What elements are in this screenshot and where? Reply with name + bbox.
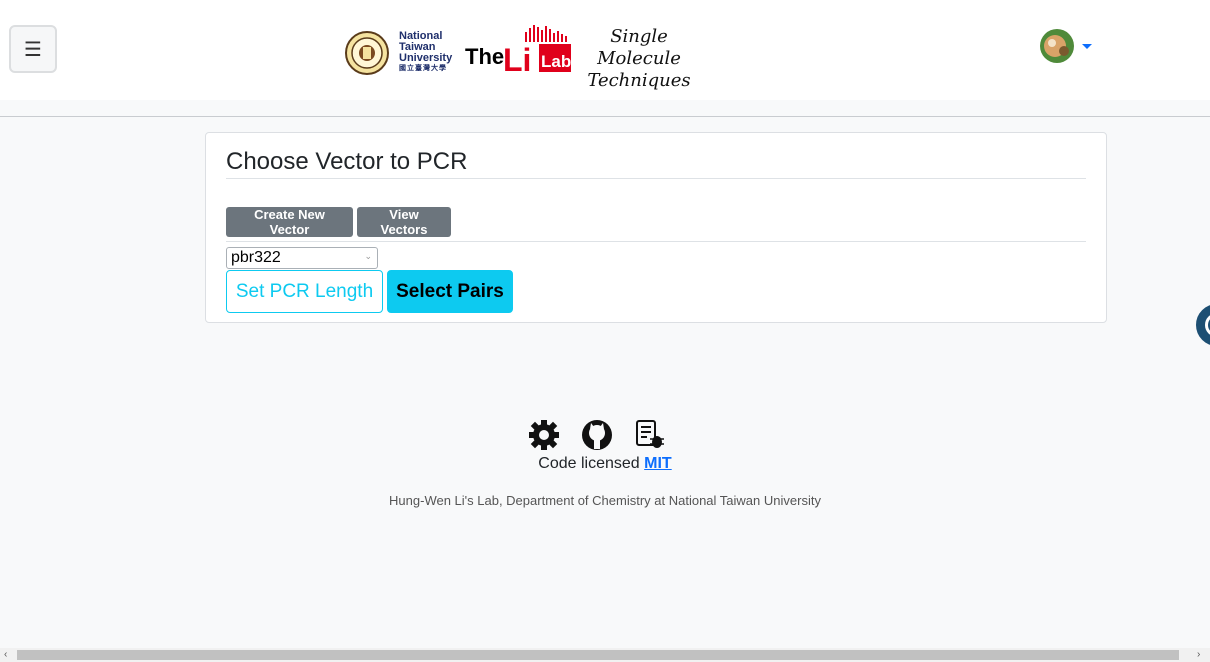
page-title: Choose Vector to PCR (226, 148, 468, 175)
vector-select-value: pbr322 (231, 249, 281, 266)
brand-the: The (465, 44, 505, 69)
set-pcr-length-button[interactable]: Set PCR Length (226, 270, 383, 313)
footer-icons (527, 419, 667, 451)
mit-license-link[interactable]: MIT (644, 455, 672, 472)
menu-toggle-button[interactable]: ☰ (9, 25, 57, 73)
title-divider (226, 178, 1086, 179)
create-new-vector-button[interactable]: Create New Vector (226, 207, 353, 237)
chevron-down-icon: ⌄ (364, 251, 372, 261)
github-icon[interactable] (579, 419, 615, 451)
avatar-image (1040, 29, 1074, 63)
button-divider (226, 241, 1086, 242)
view-vectors-button[interactable]: View Vectors (357, 207, 451, 237)
license-text: Code licensed (538, 455, 640, 472)
select-pairs-button[interactable]: Select Pairs (387, 270, 513, 313)
ntu-chinese-name: 國立臺灣大學 (399, 65, 447, 72)
caret-down-icon[interactable] (1082, 43, 1092, 49)
vector-select[interactable]: pbr322 ⌄ (226, 247, 378, 269)
tagline-line-1: Single Molecule (597, 26, 681, 69)
header-divider (0, 116, 1210, 117)
vector-card: Choose Vector to PCR Create New Vector V… (205, 132, 1107, 323)
ntu-wordmark: National Taiwan University 國立臺灣大學 (399, 31, 452, 73)
li-text: Li (503, 42, 531, 74)
brand-tagline: Single Molecule Techniques (574, 26, 704, 92)
lab-credit: Hung-Wen Li's Lab, Department of Chemist… (389, 493, 821, 508)
ntu-seal-icon (345, 31, 389, 75)
top-navbar: ☰ National Taiwan University 國立臺灣大學 The (0, 0, 1210, 100)
horizontal-scrollbar[interactable]: ‹ › (0, 648, 1210, 662)
bug-report-icon[interactable] (634, 419, 666, 451)
side-floating-button[interactable] (1196, 304, 1210, 346)
user-avatar[interactable] (1040, 29, 1074, 63)
lab-text: Lab (541, 52, 571, 71)
license-line: Code licensed MIT (0, 455, 1210, 473)
scrollbar-thumb[interactable] (17, 650, 1179, 660)
scroll-right-arrow-icon[interactable]: › (1197, 648, 1200, 662)
brand-logo[interactable]: National Taiwan University 國立臺灣大學 The Li… (343, 24, 705, 91)
user-menu[interactable] (1040, 29, 1092, 63)
ntu-line-3: University (399, 52, 453, 64)
scroll-left-arrow-icon[interactable]: ‹ (4, 648, 7, 662)
hamburger-icon: ☰ (24, 38, 42, 61)
gear-icon[interactable] (527, 419, 561, 451)
li-lab-logo: Li Lab (503, 25, 571, 74)
tagline-line-2: Techniques (587, 70, 691, 91)
